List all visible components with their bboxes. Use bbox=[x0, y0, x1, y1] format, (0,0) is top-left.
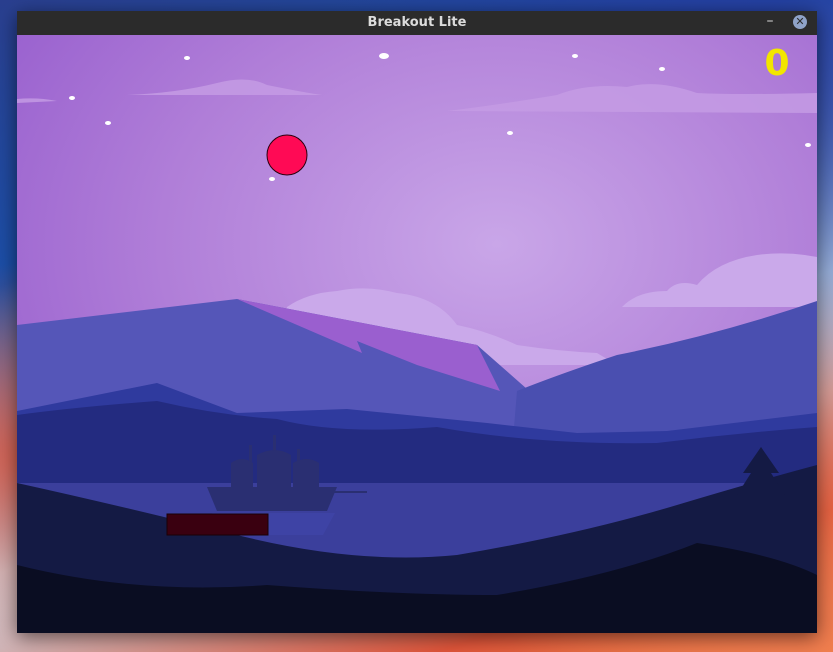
minimize-button[interactable]: – bbox=[763, 14, 777, 30]
game-scene bbox=[17, 35, 817, 633]
ball bbox=[266, 134, 308, 176]
game-canvas[interactable]: 0 bbox=[17, 35, 817, 633]
close-button[interactable]: ✕ bbox=[793, 15, 807, 29]
window-title: Breakout Lite bbox=[367, 15, 467, 30]
window-titlebar[interactable]: Breakout Lite – ✕ bbox=[17, 11, 817, 36]
game-window: Breakout Lite – ✕ 0 bbox=[17, 11, 817, 633]
paddle[interactable] bbox=[166, 513, 269, 536]
score-display: 0 bbox=[764, 43, 790, 84]
